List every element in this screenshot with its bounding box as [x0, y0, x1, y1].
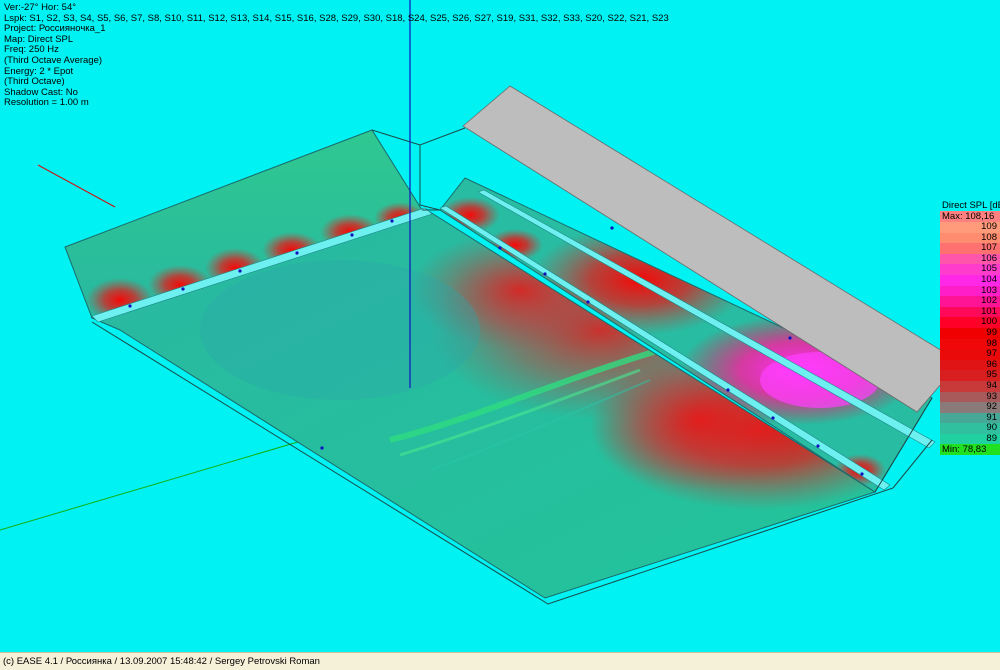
legend-level-label: 99	[986, 326, 997, 338]
info-line: Map: Direct SPL	[4, 33, 74, 45]
info-line: (Third Octave Average)	[4, 54, 103, 66]
spl-legend: Direct SPL [dB] Max: 108,16 109108107106…	[940, 200, 1000, 456]
calculation-info-panel: Ver:-27° Hor: 54° Lspk: S1, S2, S3, S4, S…	[4, 2, 669, 109]
legend-level-label: 89	[986, 432, 997, 444]
viewport-3d[interactable]: Ver:-27° Hor: 54° Lspk: S1, S2, S3, S4, S…	[0, 0, 1000, 652]
info-line: Resolution = 1.00 m	[4, 97, 89, 109]
info-line: Ver:-27° Hor: 54°	[4, 2, 77, 13]
info-line: (Third Octave)	[4, 76, 65, 88]
legend-title: Direct SPL [dB]	[940, 200, 1000, 211]
legend-levels: 109 108 107 106 105 104 103 102 101 100 99 98 97 96 95…	[940, 221, 1000, 445]
legend-level: 104	[940, 273, 1000, 286]
info-line: Energy: 2 * Epot	[4, 65, 74, 77]
info-line: Project: Россияночка_1	[4, 23, 106, 35]
legend-level-label: 94	[986, 379, 997, 391]
legend-level: 99	[940, 326, 1000, 339]
status-bar: (c) EASE 4.1 / Россиянка / 13.09.2007 15…	[0, 652, 1000, 670]
legend-level-label: 104	[981, 273, 997, 285]
legend-min: Min: 78,83	[940, 444, 1000, 456]
legend-level-label: 109	[981, 221, 997, 232]
legend-level: 109	[940, 221, 1000, 233]
info-line: Shadow Cast: No	[4, 86, 78, 98]
legend-min-label: Min: 78,83	[942, 444, 987, 456]
info-line: Freq: 250 Hz	[4, 44, 59, 56]
legend-level: 94	[940, 379, 1000, 392]
legend-level: 89	[940, 432, 1000, 445]
